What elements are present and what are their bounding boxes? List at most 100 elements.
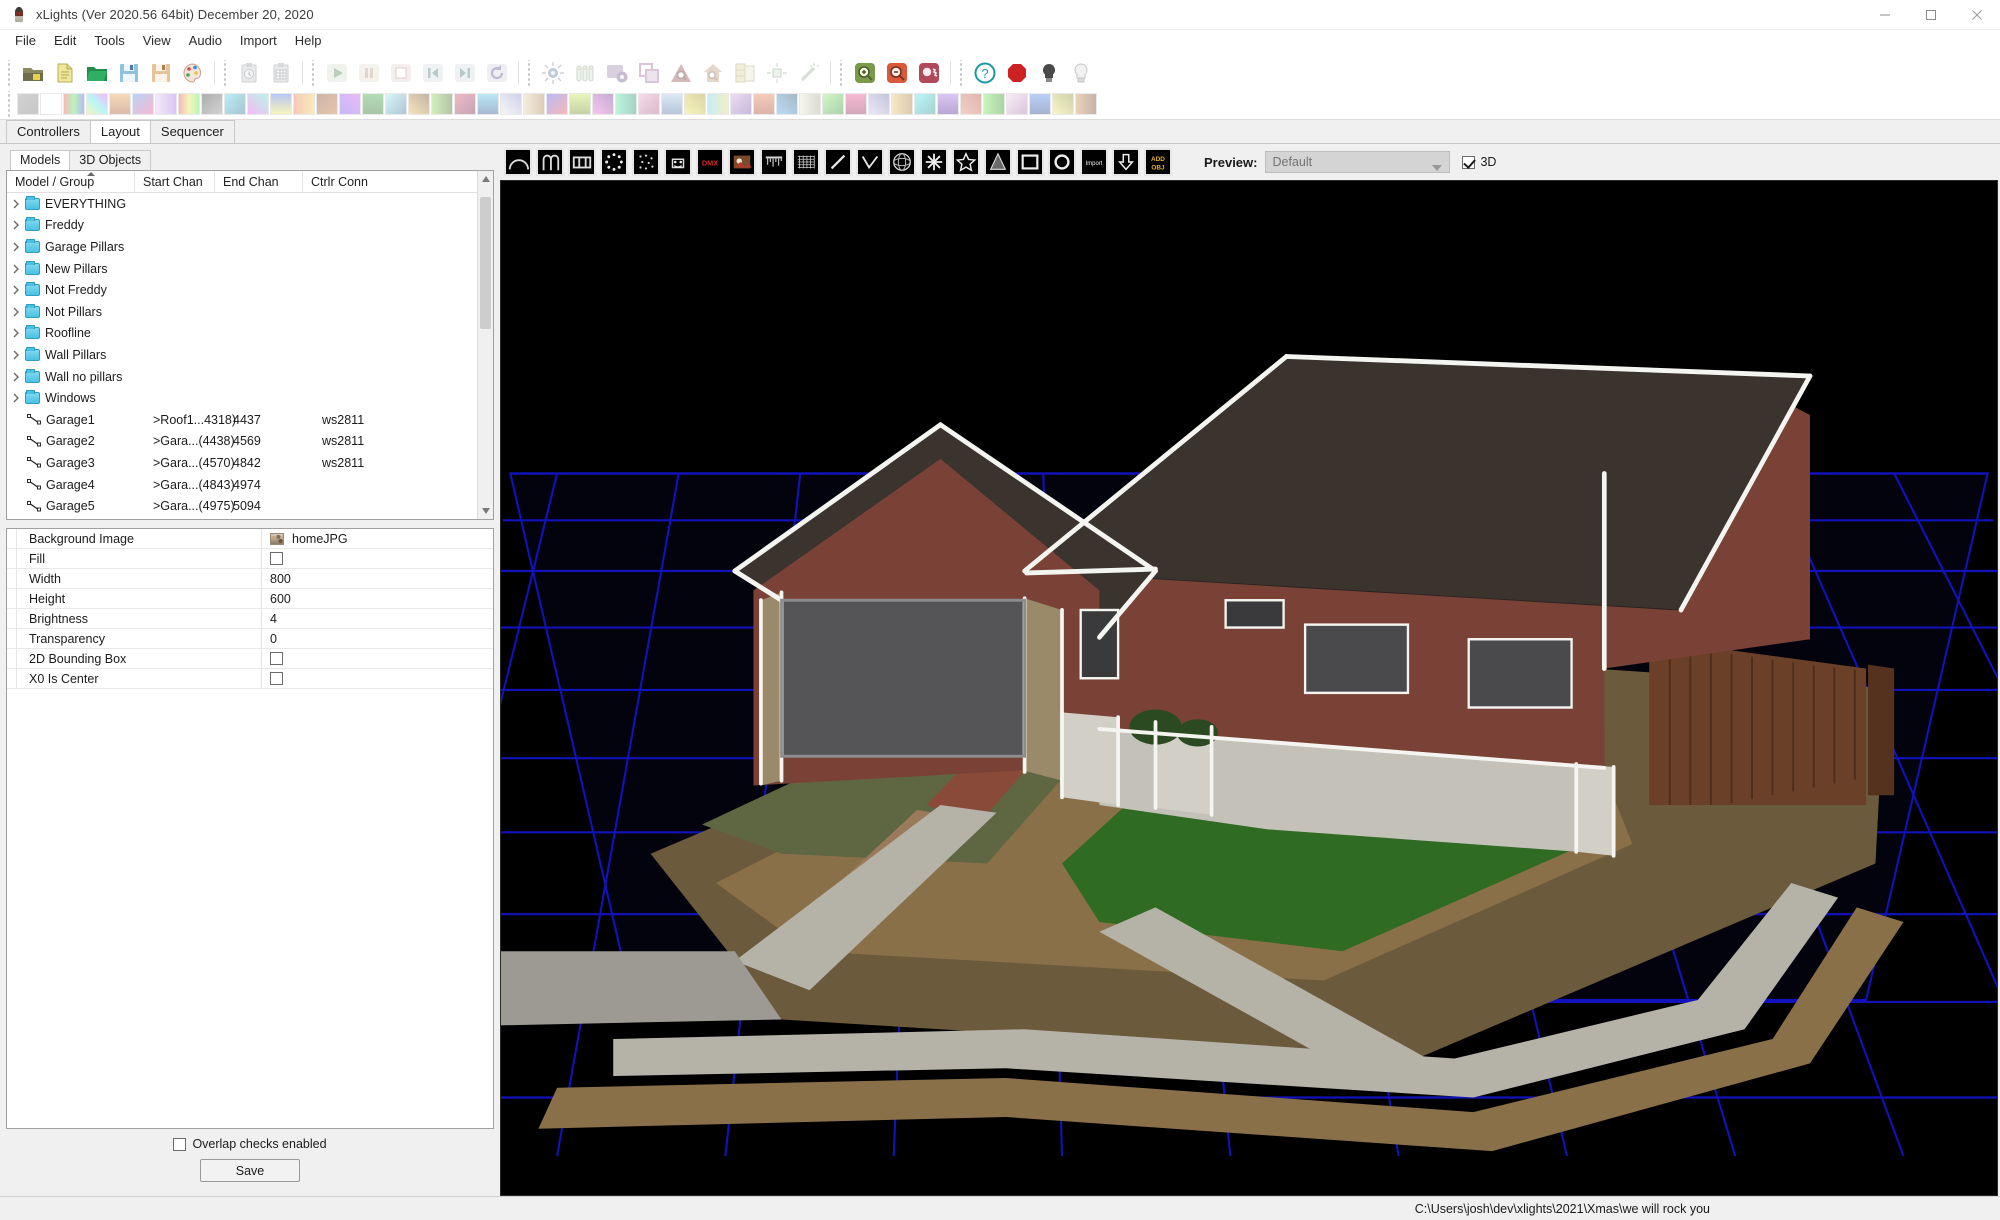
life-effect-icon[interactable] <box>408 93 430 115</box>
property-row[interactable]: Width 800 <box>7 569 493 589</box>
fast-forward-icon[interactable] <box>451 59 479 87</box>
property-value[interactable]: 600 <box>262 589 493 608</box>
table-row[interactable]: Windows <box>7 387 493 409</box>
magic-wand-icon[interactable] <box>795 59 823 87</box>
on-effect-icon[interactable] <box>40 93 62 115</box>
property-checkbox[interactable] <box>270 652 283 665</box>
preview-select[interactable]: Default <box>1265 151 1451 173</box>
table-row[interactable]: Garage Pillars <box>7 236 493 258</box>
tree-model-icon[interactable] <box>984 148 1012 176</box>
toolbar-grip-models[interactable] <box>526 60 533 86</box>
property-value[interactable] <box>262 649 493 668</box>
zoom-out-icon[interactable] <box>883 59 911 87</box>
zoom-settings-icon[interactable] <box>915 59 943 87</box>
glediator-effect-icon[interactable] <box>362 93 384 115</box>
property-checkbox[interactable] <box>270 672 283 685</box>
chevron-right-icon[interactable] <box>7 372 25 382</box>
circle-model-icon[interactable] <box>600 148 628 176</box>
open-folder-icon[interactable] <box>83 59 111 87</box>
pause-icon[interactable] <box>355 59 383 87</box>
spirograph-effect-icon[interactable] <box>868 93 890 115</box>
property-value[interactable]: 800 <box>262 569 493 588</box>
three-d-checkbox[interactable] <box>1462 155 1476 169</box>
table-row[interactable]: Not Freddy <box>7 279 493 301</box>
color-wash-effect-icon[interactable] <box>155 93 177 115</box>
lightning-effect-icon[interactable] <box>431 93 453 115</box>
scroll-down-icon[interactable] <box>478 503 493 519</box>
chevron-right-icon[interactable] <box>7 285 25 295</box>
shader-effect-icon[interactable] <box>707 93 729 115</box>
off2-effect-icon[interactable] <box>569 93 591 115</box>
grid-paste-icon[interactable] <box>267 59 295 87</box>
close-icon[interactable] <box>1954 0 2000 30</box>
model-gear-icon[interactable] <box>603 59 631 87</box>
sub-tab-3d-objects[interactable]: 3D Objects <box>69 150 152 170</box>
chevron-right-icon[interactable] <box>7 242 25 252</box>
chevron-right-icon[interactable] <box>7 350 25 360</box>
faces-effect-icon[interactable] <box>224 93 246 115</box>
chevron-right-icon[interactable] <box>7 199 25 209</box>
vumeter-effect-icon[interactable] <box>1029 93 1051 115</box>
table-row[interactable]: Garage2 >Gara...(4438) 4569 ws2811 <box>7 431 493 453</box>
stop-icon[interactable] <box>387 59 415 87</box>
chevron-right-icon[interactable] <box>7 307 25 317</box>
model-tree-rows[interactable]: EVERYTHING Freddy Garage Pillars New Pillar… <box>7 193 493 519</box>
circles-effect-icon[interactable] <box>132 93 154 115</box>
color-manager-icon[interactable] <box>731 59 759 87</box>
column-header-model-group[interactable]: Model / Group <box>7 171 135 192</box>
model-tree-scrollbar[interactable] <box>477 171 493 519</box>
check-sequence-icon[interactable] <box>667 59 695 87</box>
table-row[interactable]: Garage1 >Roof1...4318) 4437 ws2811 <box>7 409 493 431</box>
tab-layout[interactable]: Layout <box>89 120 151 143</box>
column-header-end-chan[interactable]: End Chan <box>215 171 303 192</box>
wave-effect-icon[interactable] <box>1075 93 1097 115</box>
liquid-effect-icon[interactable] <box>454 93 476 115</box>
chevron-right-icon[interactable] <box>7 264 25 274</box>
property-value[interactable]: 0 <box>262 629 493 648</box>
chevron-right-icon[interactable] <box>7 393 25 403</box>
wreath-model-icon[interactable] <box>1048 148 1076 176</box>
import-model-icon[interactable]: Import <box>1080 148 1108 176</box>
palette-icon[interactable] <box>179 59 207 87</box>
candy-cane-model-icon[interactable] <box>536 148 564 176</box>
three-d-toggle[interactable]: 3D <box>1462 155 1496 169</box>
chevron-right-icon[interactable] <box>7 328 25 338</box>
dmx-effect-icon[interactable] <box>201 93 223 115</box>
add-object-icon[interactable]: ADD OBJ <box>1144 148 1172 176</box>
menu-import[interactable]: Import <box>231 31 286 51</box>
marquee-effect-icon[interactable] <box>477 93 499 115</box>
save-as-icon[interactable] <box>147 59 175 87</box>
plasma-effect-icon[interactable] <box>661 93 683 115</box>
tendril-effect-icon[interactable] <box>937 93 959 115</box>
twinkle-effect-icon[interactable] <box>1006 93 1028 115</box>
overlap-checks-checkbox[interactable] <box>173 1137 187 1151</box>
butterfly-effect-icon[interactable] <box>86 93 108 115</box>
strobe-effect-icon[interactable] <box>914 93 936 115</box>
icicle-model-icon[interactable] <box>760 148 788 176</box>
tree-effect-icon[interactable] <box>983 93 1005 115</box>
zoom-in-icon[interactable] <box>851 59 879 87</box>
scrollbar-thumb[interactable] <box>480 197 491 329</box>
bulb-on-icon[interactable] <box>1067 59 1095 87</box>
meteors-effect-icon[interactable] <box>500 93 522 115</box>
effects-toolbar-grip[interactable] <box>6 91 13 117</box>
stop-octagon-icon[interactable] <box>1003 59 1031 87</box>
download-model-icon[interactable] <box>1112 148 1140 176</box>
property-row[interactable]: Transparency 0 <box>7 629 493 649</box>
table-row[interactable]: New Pillars <box>7 258 493 280</box>
music-effect-icon[interactable] <box>546 93 568 115</box>
property-row[interactable]: Background Image homeJPG <box>7 529 493 549</box>
property-checkbox[interactable] <box>270 552 283 565</box>
table-row[interactable]: Garage3 >Gara...(4570) 4842 ws2811 <box>7 452 493 474</box>
tab-controllers[interactable]: Controllers <box>6 120 91 143</box>
help-icon[interactable]: ? <box>971 59 999 87</box>
table-row[interactable]: Wall no pillars <box>7 366 493 388</box>
property-value[interactable]: 4 <box>262 609 493 628</box>
render-all-icon[interactable] <box>571 59 599 87</box>
minimize-icon[interactable] <box>1862 0 1908 30</box>
toolbar-grip-zoom[interactable] <box>838 60 845 86</box>
pinwheel-effect-icon[interactable] <box>638 93 660 115</box>
bulb-off-icon[interactable] <box>1035 59 1063 87</box>
menu-tools[interactable]: Tools <box>85 31 133 51</box>
single-line-model-icon[interactable] <box>824 148 852 176</box>
